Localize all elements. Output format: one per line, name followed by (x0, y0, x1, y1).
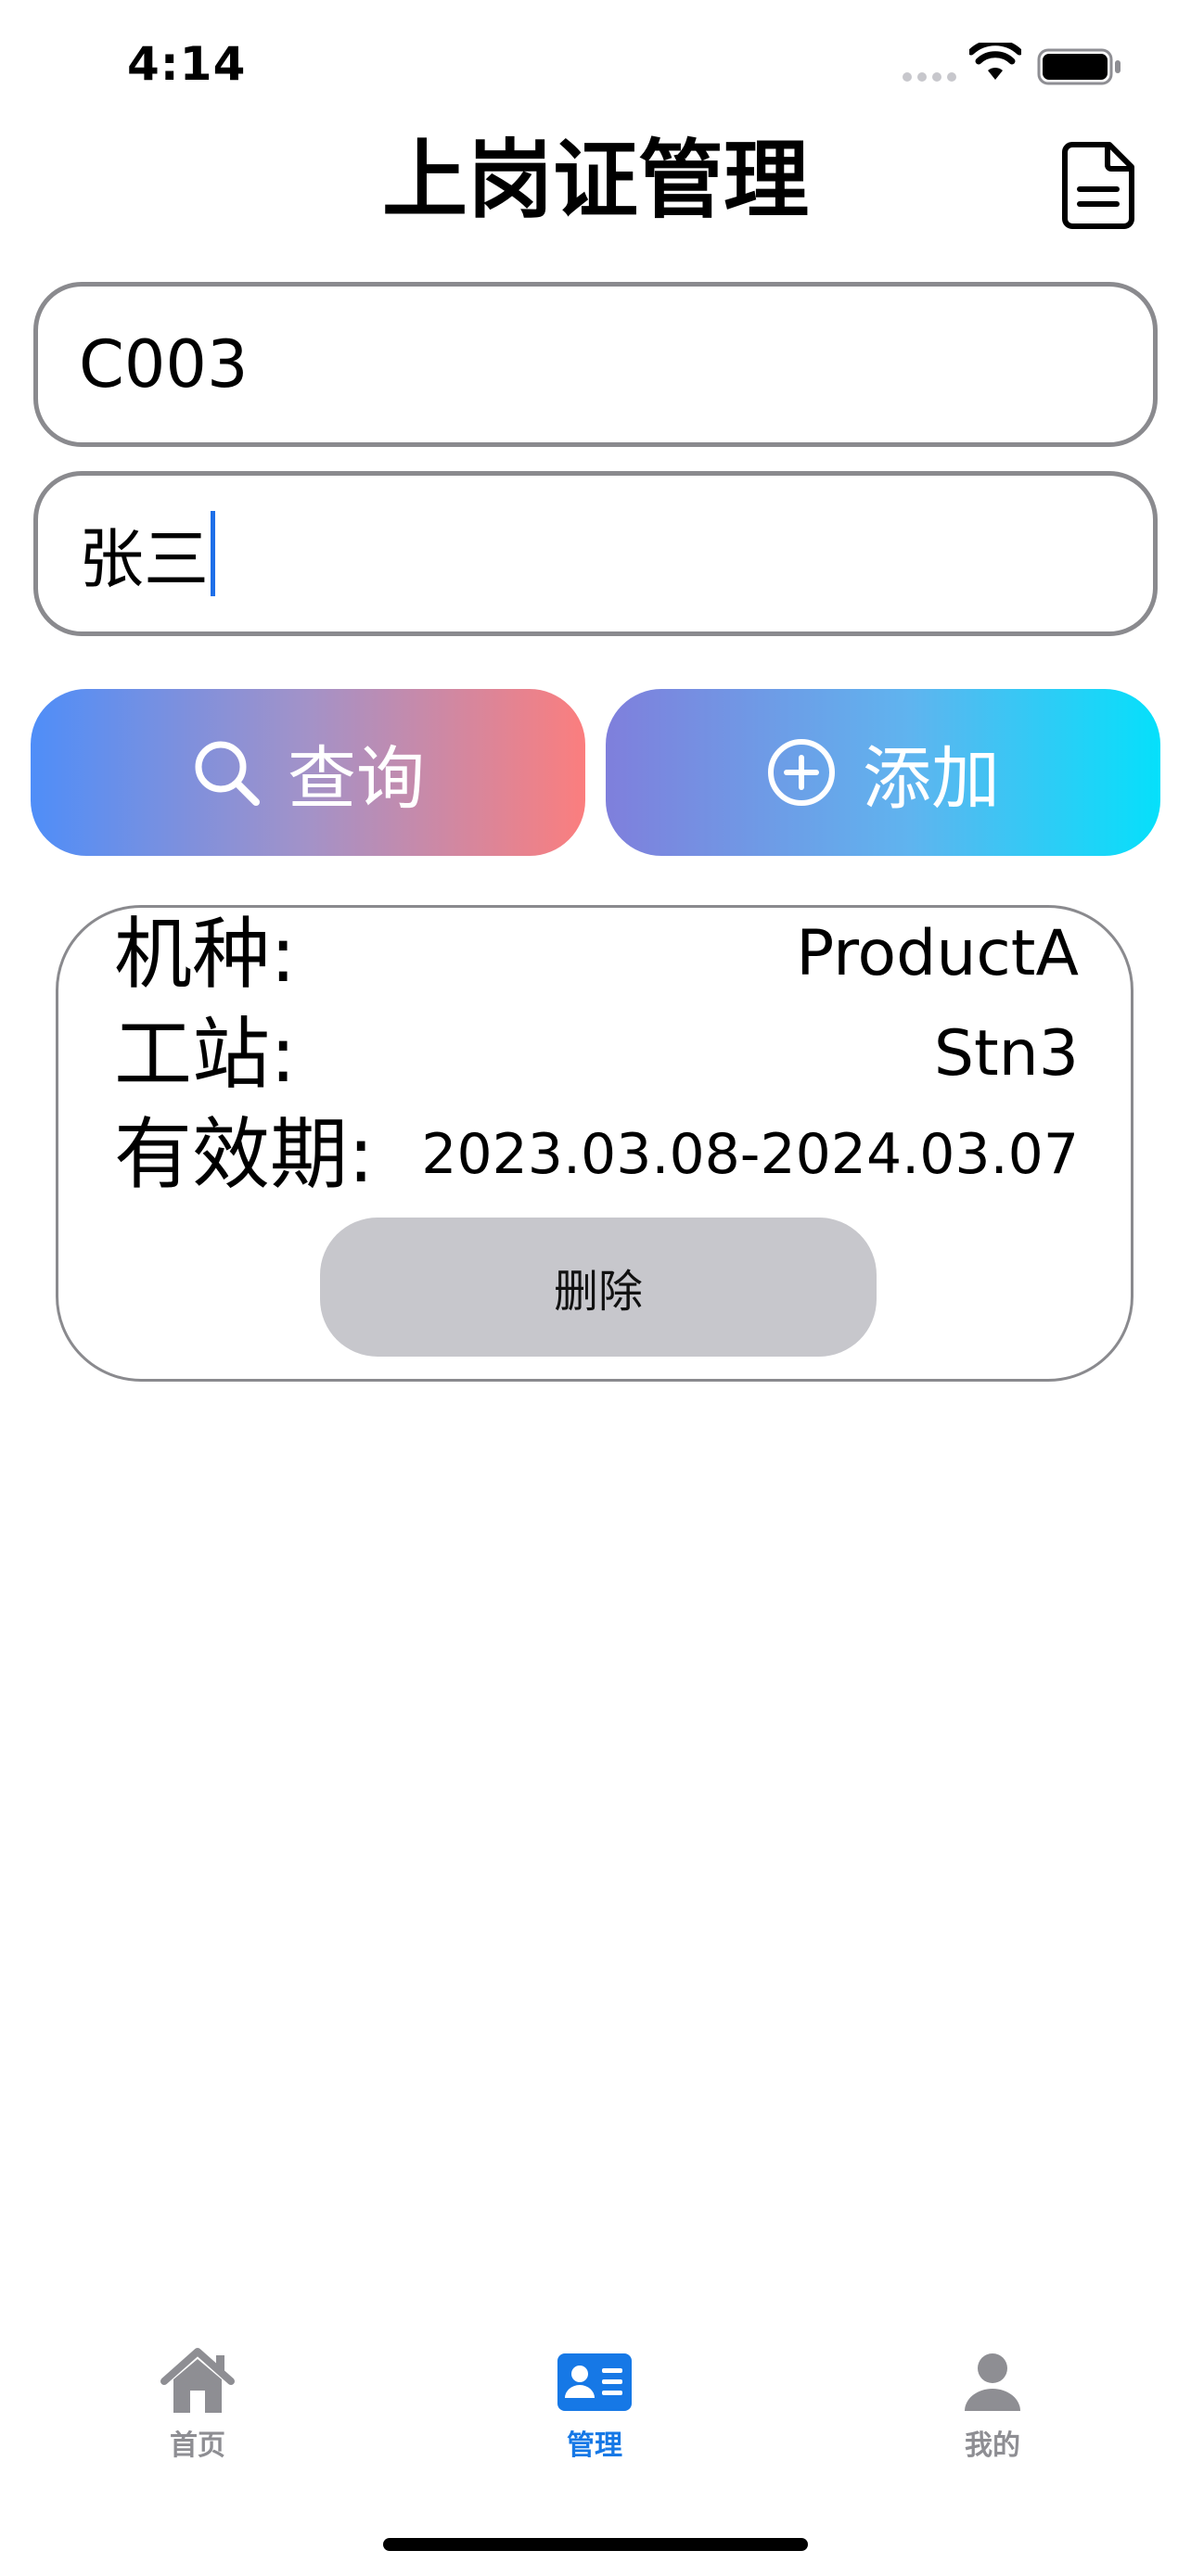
tab-home[interactable]: 首页 (105, 2346, 290, 2463)
add-button-label: 添加 (863, 738, 1000, 819)
search-icon (195, 741, 260, 806)
validity-value: 2023.03.08-2024.03.07 (421, 1122, 1079, 1187)
home-indicator (383, 2538, 808, 2551)
text-caret (211, 511, 215, 596)
document-button[interactable] (1057, 137, 1141, 230)
plus-circle-icon (768, 739, 835, 806)
tab-mine-label: 我的 (965, 2429, 1020, 2462)
station-row: 工站: Stn3 (114, 1008, 1079, 1101)
query-button-label: 查询 (288, 738, 425, 819)
signal-dots-icon (903, 72, 958, 83)
person-icon (965, 2353, 1020, 2411)
add-button[interactable]: 添加 (606, 689, 1160, 856)
page-title: 上岗证管理 (381, 131, 809, 230)
tab-home-label: 首页 (170, 2429, 225, 2462)
status-time: 4:14 (127, 37, 247, 91)
name-input-value: 张三 (79, 520, 209, 597)
name-input[interactable]: 张三 (33, 471, 1158, 636)
model-label: 机种: (114, 909, 297, 1000)
validity-row: 有效期: 2023.03.08-2024.03.07 (114, 1108, 1079, 1201)
status-bar: 4:14 (0, 0, 1191, 130)
document-icon (1062, 142, 1134, 229)
model-row: 机种: ProductA (114, 908, 1079, 1001)
delete-button[interactable]: 删除 (320, 1218, 877, 1357)
tab-mine[interactable]: 我的 (900, 2346, 1085, 2463)
code-input[interactable]: C003 (33, 282, 1158, 447)
model-value: ProductA (796, 917, 1079, 990)
wifi-icon (969, 43, 1021, 80)
station-label: 工站: (114, 1009, 297, 1100)
validity-label: 有效期: (114, 1109, 375, 1200)
record-card: 机种: ProductA 工站: Stn3 有效期: 2023.03.08-20… (56, 905, 1133, 1382)
query-button[interactable]: 查询 (31, 689, 585, 856)
id-card-icon (557, 2353, 632, 2411)
tab-bar: 首页 管理 我的 (0, 2346, 1191, 2531)
tab-manage-label: 管理 (567, 2429, 622, 2462)
tab-manage[interactable]: 管理 (502, 2346, 687, 2463)
code-input-value: C003 (79, 326, 249, 402)
battery-icon (1037, 48, 1121, 85)
station-value: Stn3 (933, 1017, 1079, 1090)
home-icon (160, 2348, 235, 2413)
